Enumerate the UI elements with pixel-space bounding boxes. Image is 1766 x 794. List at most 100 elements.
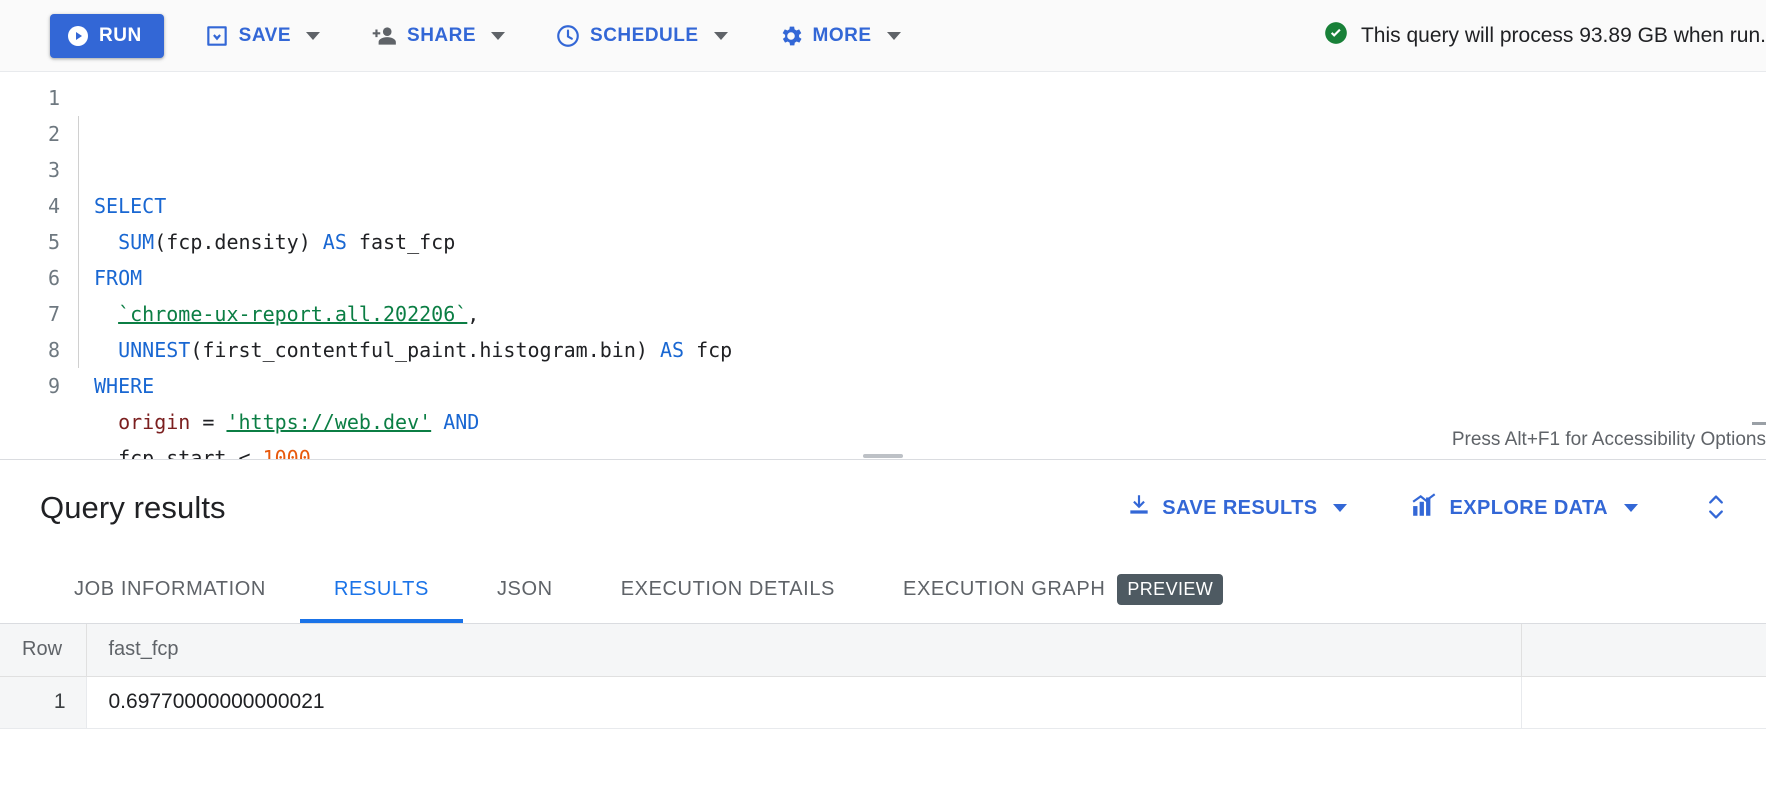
sql-editor[interactable]: 1 2 3 4 5 6 7 8 9 SELECT SUM(fcp.density) AS fas…: [0, 72, 1766, 460]
unfold-more-icon: [1702, 492, 1730, 525]
tab-label: JSON: [496, 578, 553, 600]
code-token: FROM: [94, 266, 143, 290]
table-row[interactable]: 1 0.69770000000000021: [0, 676, 1766, 729]
run-button-label: RUN: [99, 24, 142, 46]
code-token: AND: [443, 410, 480, 434]
code-line[interactable]: `chrome-ux-report.all.202206`,: [94, 296, 1766, 332]
share-button[interactable]: SHARE: [360, 14, 515, 58]
schedule-button[interactable]: SCHEDULE: [545, 14, 738, 58]
column-header[interactable]: fast_fcp: [86, 624, 1522, 677]
indent-guide: [78, 116, 79, 368]
preview-badge: PREVIEW: [1117, 574, 1224, 605]
explore-data-label: EXPLORE DATA: [1449, 496, 1608, 519]
code-token: AS: [322, 230, 347, 254]
query-toolbar: RUN SAVE SHARE SCHEDULE MORE This query …: [0, 0, 1766, 72]
bigquery-app: RUN SAVE SHARE SCHEDULE MORE This query …: [0, 0, 1766, 794]
clock-icon: [555, 23, 581, 49]
person-add-icon: [370, 23, 398, 49]
accessibility-hint: Press Alt+F1 for Accessibility Options: [1451, 429, 1766, 450]
chevron-down-icon: [1333, 504, 1348, 512]
line-number: 5: [47, 230, 60, 254]
code-token: 'https://web.dev': [226, 410, 432, 434]
table-head: Row fast_fcp: [0, 624, 1766, 677]
code-token: UNNEST: [118, 338, 191, 362]
line-number: 4: [47, 194, 60, 218]
tab-results[interactable]: RESULTS: [299, 556, 463, 623]
tab-label: RESULTS: [333, 578, 429, 600]
code-token: 1000: [262, 446, 311, 459]
code-token: fcp.start <: [118, 446, 263, 459]
save-results-button[interactable]: SAVE RESULTS: [1116, 485, 1357, 531]
query-cost-text: This query will process 93.89 GB when ru…: [1360, 23, 1766, 47]
more-button-label: MORE: [812, 25, 872, 46]
code-line[interactable]: SUM(fcp.density) AS fast_fcp: [94, 224, 1766, 260]
chevron-down-icon: [1624, 504, 1638, 512]
line-number-gutter: 1 2 3 4 5 6 7 8 9: [0, 80, 78, 459]
code-line[interactable]: UNNEST(first_contentful_paint.histogram.…: [94, 332, 1766, 368]
query-cost-status: This query will process 93.89 GB when ru…: [1323, 20, 1766, 52]
save-button[interactable]: SAVE: [194, 14, 330, 58]
code-token: origin: [118, 410, 191, 434]
editor-resize-handle[interactable]: [863, 454, 903, 458]
code-token: =: [190, 410, 227, 434]
tab-label: JOB INFORMATION: [74, 578, 266, 600]
chevron-down-icon: [713, 31, 728, 40]
line-number: 7: [47, 302, 60, 326]
code-line[interactable]: WHERE: [94, 368, 1766, 404]
chevron-down-icon: [306, 31, 321, 40]
results-title: Query results: [40, 490, 226, 525]
download-icon: [1126, 492, 1152, 524]
code-content[interactable]: SELECT SUM(fcp.density) AS fast_fcp FROM …: [78, 80, 1766, 459]
save-results-label: SAVE RESULTS: [1162, 496, 1318, 519]
column-header[interactable]: [1521, 624, 1766, 677]
save-icon: [204, 23, 230, 49]
line-number: 9: [47, 374, 60, 398]
row-number-cell: 1: [0, 676, 87, 729]
tab-execution-graph[interactable]: EXECUTION GRAPH PREVIEW: [869, 556, 1257, 623]
explore-data-button[interactable]: EXPLORE DATA: [1401, 485, 1648, 531]
code-token: (fcp.density): [154, 230, 323, 254]
schedule-button-label: SCHEDULE: [590, 25, 699, 46]
code-area[interactable]: 1 2 3 4 5 6 7 8 9 SELECT SUM(fcp.density) AS fas…: [0, 72, 1766, 459]
scrollbar-indicator[interactable]: [1752, 422, 1766, 425]
code-token: fcp: [684, 338, 733, 362]
line-number: 1: [47, 86, 60, 110]
code-line[interactable]: SELECT: [94, 188, 1766, 224]
code-token: (first_contentful_paint.histogram.bin): [190, 338, 660, 362]
more-button[interactable]: MORE: [768, 14, 911, 58]
run-button[interactable]: RUN: [50, 13, 164, 58]
code-token: `chrome-ux-report.all.202206`: [118, 302, 468, 326]
code-token: SUM: [118, 230, 155, 254]
save-button-label: SAVE: [238, 25, 292, 46]
code-token: WHERE: [94, 374, 155, 398]
table-header-row: Row fast_fcp: [0, 624, 1766, 677]
code-token: AS: [659, 338, 685, 362]
share-button-label: SHARE: [407, 25, 477, 46]
tab-job-information[interactable]: JOB INFORMATION: [40, 556, 300, 623]
line-number: 8: [47, 338, 60, 362]
code-token: fast_fcp: [346, 230, 456, 254]
code-token: SELECT: [94, 194, 167, 218]
results-tabs: JOB INFORMATION RESULTS JSON EXECUTION DETA…: [0, 556, 1766, 624]
column-header[interactable]: Row: [0, 624, 87, 677]
chart-icon: [1411, 492, 1439, 524]
fast-fcp-cell[interactable]: 0.69770000000000021: [86, 676, 1522, 729]
results-header: Query results SAVE RESULTS EXPLORE DATA: [0, 460, 1766, 556]
line-number: 6: [47, 266, 60, 290]
table-body: 1 0.69770000000000021: [0, 676, 1766, 729]
code-line[interactable]: FROM: [94, 260, 1766, 296]
expand-collapse-button[interactable]: [1696, 486, 1736, 531]
tab-json[interactable]: JSON: [463, 556, 587, 623]
gear-icon: [778, 23, 804, 49]
tab-execution-details[interactable]: EXECUTION DETAILS: [587, 556, 869, 623]
chevron-down-icon: [886, 31, 901, 40]
check-circle-icon: [1323, 20, 1349, 52]
tab-label: EXECUTION GRAPH: [903, 578, 1106, 600]
empty-cell: [1521, 676, 1766, 729]
